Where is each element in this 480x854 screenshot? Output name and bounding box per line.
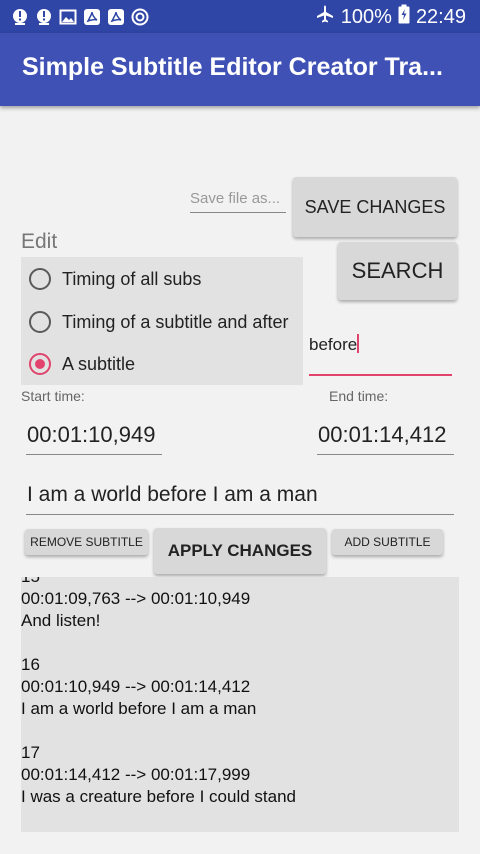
subtitle-text-input[interactable]: I am a world before I am a man <box>26 480 454 515</box>
edit-label: Edit <box>21 230 58 253</box>
save-changes-button[interactable]: SAVE CHANGES <box>293 177 457 237</box>
subtitle-text: I was a creature before I could stand <box>21 787 296 806</box>
add-subtitle-button[interactable]: ADD SUBTITLE <box>332 529 443 555</box>
radio-option-label: Timing of all subs <box>62 268 202 289</box>
subtitle-index: 16 <box>21 655 40 674</box>
search-button[interactable]: SEARCH <box>338 242 457 300</box>
notification-alert-icon <box>10 7 29 26</box>
radio-option-label: Timing of a subtitle and after <box>62 311 289 332</box>
list-item[interactable]: 16 00:01:10,949 --> 00:01:14,412 I am a … <box>21 654 256 720</box>
subtitle-list[interactable]: 15 00:01:09,763 --> 00:01:10,949 And lis… <box>21 577 459 832</box>
pdf-icon <box>106 7 125 26</box>
app-bar: Simple Subtitle Editor Creator Tra... <box>0 33 480 106</box>
edit-mode-radio-group: Timing of all subs Timing of a subtitle … <box>21 257 303 385</box>
subtitle-timing: 00:01:10,949 --> 00:01:14,412 <box>21 677 251 696</box>
list-item[interactable]: 15 00:01:09,763 --> 00:01:10,949 And lis… <box>21 577 250 632</box>
battery-charging-icon <box>398 4 410 30</box>
gallery-icon <box>58 7 77 26</box>
start-time-input[interactable]: 00:01:10,949 <box>26 419 162 455</box>
start-time-value: 00:01:10,949 <box>27 422 156 447</box>
list-item[interactable]: 17 00:01:14,412 --> 00:01:17,999 I was a… <box>21 742 296 808</box>
subtitle-text: And listen! <box>21 611 101 630</box>
end-time-input[interactable]: 00:01:14,412 <box>317 419 454 455</box>
radio-option-timing-subtitle-and-after[interactable]: Timing of a subtitle and after <box>29 307 288 337</box>
sync-icon <box>130 7 149 26</box>
end-time-value: 00:01:14,412 <box>318 422 447 447</box>
search-input[interactable]: before <box>309 330 452 376</box>
start-time-label: Start time: <box>21 388 85 404</box>
text-cursor <box>357 334 360 353</box>
airplane-mode-icon <box>315 4 335 30</box>
subtitle-timing: 00:01:09,763 --> 00:01:10,949 <box>21 589 251 608</box>
pdf-icon <box>82 7 101 26</box>
radio-button[interactable] <box>29 268 51 290</box>
subtitle-timing: 00:01:14,412 --> 00:01:17,999 <box>21 765 251 784</box>
status-bar: 100% 22:49 <box>0 0 480 33</box>
radio-option-a-subtitle[interactable]: A subtitle <box>29 349 135 379</box>
system-status: 100% 22:49 <box>315 4 466 30</box>
save-file-input[interactable]: Save file as... <box>190 190 286 213</box>
notification-icons <box>10 7 149 26</box>
notification-alert-icon <box>34 7 53 26</box>
radio-option-label: A subtitle <box>62 353 136 374</box>
subtitle-text: I am a world before I am a man <box>21 699 257 718</box>
end-time-label: End time: <box>329 388 389 404</box>
battery-percent: 100% <box>340 5 392 28</box>
clock: 22:49 <box>415 5 466 28</box>
subtitle-text-value: I am a world before I am a man <box>27 483 318 506</box>
remove-subtitle-button[interactable]: REMOVE SUBTITLE <box>25 529 148 555</box>
radio-button[interactable] <box>29 311 51 333</box>
subtitle-index: 15 <box>21 577 250 588</box>
subtitle-index: 17 <box>21 743 40 762</box>
radio-button-selected[interactable] <box>29 353 51 375</box>
app-title: Simple Subtitle Editor Creator Tra... <box>22 53 443 81</box>
search-input-value: before <box>309 335 358 354</box>
radio-option-timing-all[interactable]: Timing of all subs <box>29 264 201 294</box>
apply-changes-button[interactable]: APPLY CHANGES <box>154 528 326 574</box>
